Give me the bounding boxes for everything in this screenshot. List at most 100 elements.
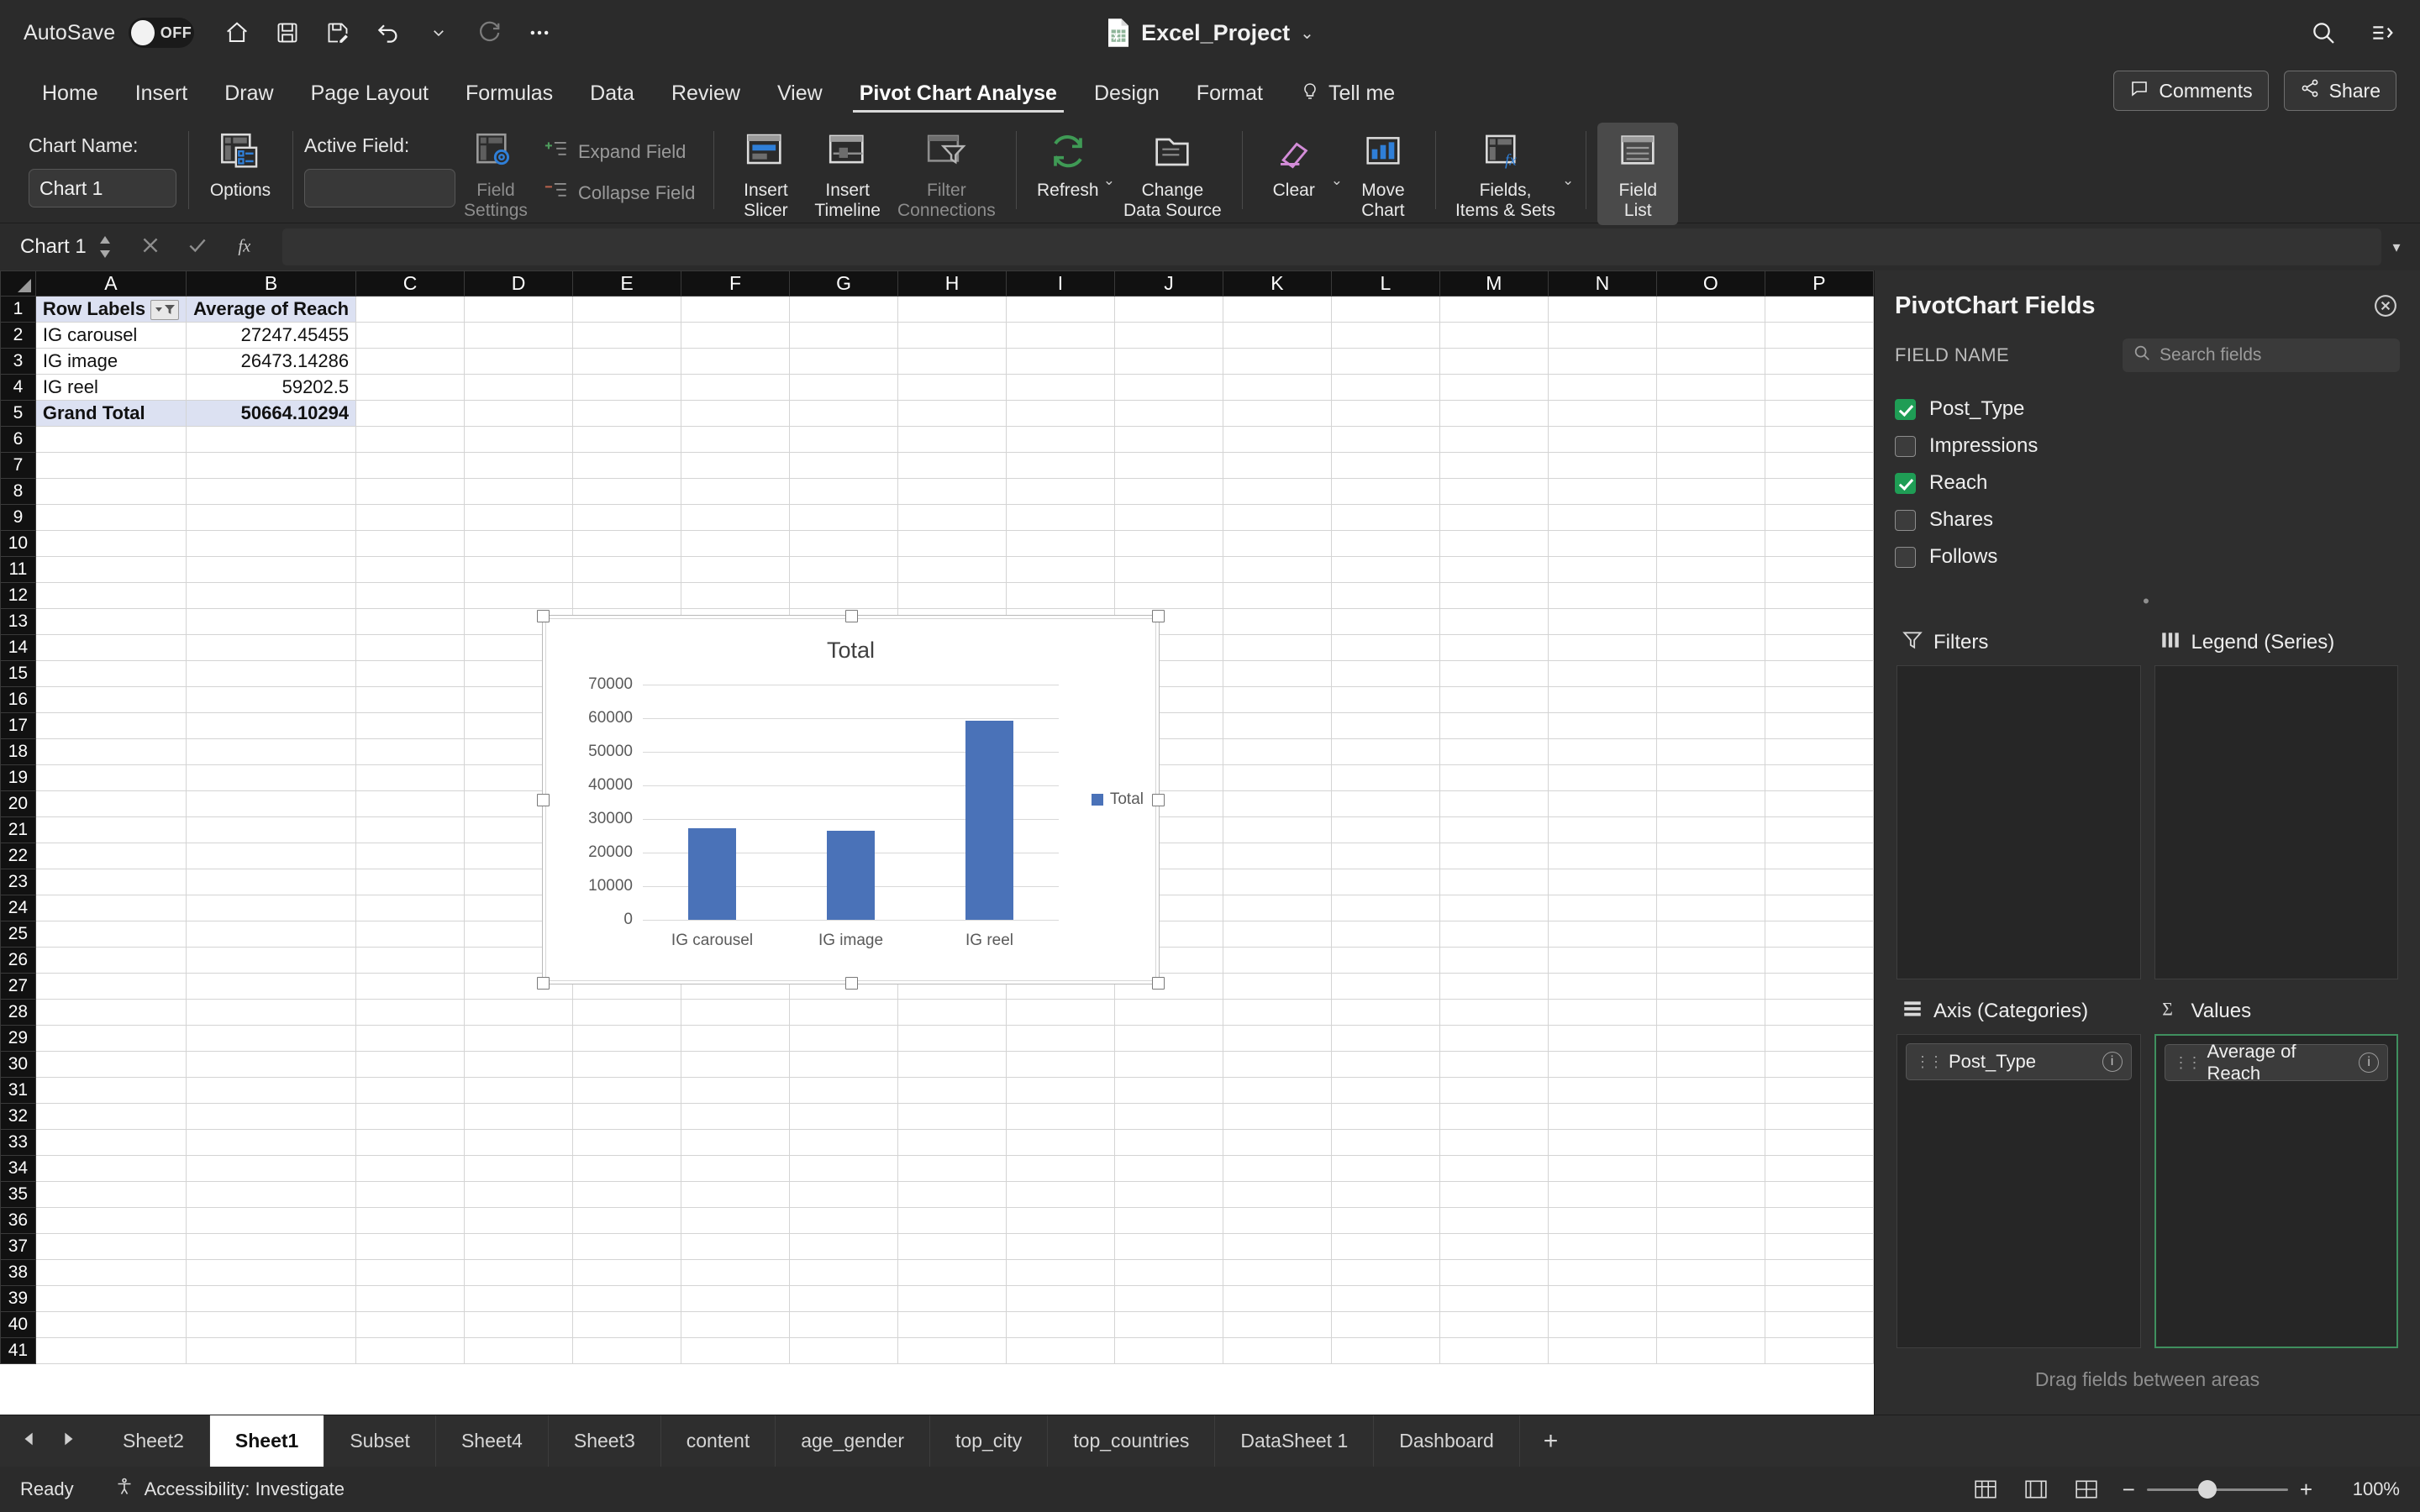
cell-O31[interactable]	[1655, 1077, 1765, 1104]
cell-H2[interactable]	[897, 322, 1007, 349]
cell-L33[interactable]	[1330, 1129, 1440, 1156]
cell-I10[interactable]	[1006, 530, 1115, 557]
cell-J29[interactable]	[1113, 1025, 1223, 1052]
cell-N24[interactable]	[1547, 895, 1657, 921]
cell-C21[interactable]	[355, 816, 466, 843]
cell-P41[interactable]	[1764, 1337, 1874, 1364]
cell-M19[interactable]	[1439, 764, 1549, 791]
table-row[interactable]: 2 IG carousel 27247.45455	[0, 322, 1874, 349]
sheet-tab-top_countries[interactable]: top_countries	[1048, 1415, 1216, 1467]
cell-M36[interactable]	[1439, 1207, 1549, 1234]
cell-C10[interactable]	[355, 530, 466, 557]
cell-C2[interactable]	[355, 322, 466, 349]
cell-B30[interactable]	[186, 1051, 357, 1078]
cell-D39[interactable]	[464, 1285, 574, 1312]
tab-design[interactable]: Design	[1076, 81, 1178, 118]
cell-D40[interactable]	[464, 1311, 574, 1338]
cell-B12[interactable]	[186, 582, 357, 609]
cell-O3[interactable]	[1655, 348, 1765, 375]
cell-E28[interactable]	[572, 999, 682, 1026]
table-row[interactable]: 11	[0, 556, 1874, 583]
cell-L41[interactable]	[1330, 1337, 1440, 1364]
cell-I11[interactable]	[1006, 556, 1115, 583]
cell-L1[interactable]	[1330, 296, 1440, 323]
cell-F4[interactable]	[681, 374, 791, 401]
autosave-toggle[interactable]: OFF	[129, 18, 195, 48]
search-icon[interactable]	[2309, 18, 2338, 47]
chart-resize-handle-ne[interactable]	[1152, 610, 1165, 622]
cell-G7[interactable]	[789, 452, 899, 479]
cell-I28[interactable]	[1006, 999, 1115, 1026]
cell-A22[interactable]	[34, 843, 187, 869]
cell-C9[interactable]	[355, 504, 466, 531]
cell-P18[interactable]	[1764, 738, 1874, 765]
cell-B33[interactable]	[186, 1129, 357, 1156]
accessibility-status[interactable]: Accessibility: Investigate	[114, 1477, 345, 1502]
field-settings-button[interactable]: Field Settings	[455, 123, 536, 225]
cell-D5[interactable]	[464, 400, 574, 427]
cell-O24[interactable]	[1655, 895, 1765, 921]
cell-O41[interactable]	[1655, 1337, 1765, 1364]
cell-H33[interactable]	[897, 1129, 1007, 1156]
cell-M26[interactable]	[1439, 947, 1549, 974]
cell-G40[interactable]	[789, 1311, 899, 1338]
cell-K11[interactable]	[1222, 556, 1332, 583]
cell-H10[interactable]	[897, 530, 1007, 557]
cell-A38[interactable]	[34, 1259, 187, 1286]
cell-L2[interactable]	[1330, 322, 1440, 349]
row-header-11[interactable]: 11	[0, 556, 36, 583]
undo-dropdown-icon[interactable]	[424, 18, 453, 47]
cell-B7[interactable]	[186, 452, 357, 479]
cell-A18[interactable]	[34, 738, 187, 765]
cell-B27[interactable]	[186, 973, 357, 1000]
cell-O33[interactable]	[1655, 1129, 1765, 1156]
cell-M10[interactable]	[1439, 530, 1549, 557]
cell-C41[interactable]	[355, 1337, 466, 1364]
formula-input[interactable]	[282, 228, 2381, 265]
pivot-zone-dropbox-axis-categories[interactable]: ⋮⋮ Post_Type i	[1897, 1034, 2141, 1348]
filter-dropdown-icon[interactable]	[150, 300, 180, 321]
cell-K18[interactable]	[1222, 738, 1332, 765]
cell-A21[interactable]	[34, 816, 187, 843]
cell-N1[interactable]	[1547, 296, 1657, 323]
cell-O16[interactable]	[1655, 686, 1765, 713]
cell-M34[interactable]	[1439, 1155, 1549, 1182]
cell-A2[interactable]: IG carousel	[34, 322, 187, 349]
cell-N36[interactable]	[1547, 1207, 1657, 1234]
cell-A11[interactable]	[34, 556, 187, 583]
cell-F31[interactable]	[681, 1077, 791, 1104]
ribbon-display-options-icon[interactable]	[2368, 18, 2396, 47]
tab-page-layout[interactable]: Page Layout	[292, 81, 447, 118]
chart-resize-handle-n[interactable]	[844, 610, 858, 622]
cell-C17[interactable]	[355, 712, 466, 739]
pivot-field-post_type[interactable]: Post_Type	[1895, 391, 2400, 428]
cell-N20[interactable]	[1547, 790, 1657, 817]
table-row[interactable]: 38	[0, 1259, 1874, 1286]
cell-I34[interactable]	[1006, 1155, 1115, 1182]
column-header-N[interactable]: N	[1547, 270, 1657, 297]
column-header-A[interactable]: A	[34, 270, 187, 297]
column-header-F[interactable]: F	[681, 270, 791, 297]
cell-J31[interactable]	[1113, 1077, 1223, 1104]
cell-I9[interactable]	[1006, 504, 1115, 531]
cell-M4[interactable]	[1439, 374, 1549, 401]
close-icon[interactable]	[2373, 293, 2400, 320]
cell-D36[interactable]	[464, 1207, 574, 1234]
cell-F3[interactable]	[681, 348, 791, 375]
cell-O40[interactable]	[1655, 1311, 1765, 1338]
cell-E36[interactable]	[572, 1207, 682, 1234]
cell-C40[interactable]	[355, 1311, 466, 1338]
cell-G41[interactable]	[789, 1337, 899, 1364]
cell-C25[interactable]	[355, 921, 466, 948]
insert-timeline-button[interactable]: Insert Timeline	[806, 123, 889, 225]
cell-P26[interactable]	[1764, 947, 1874, 974]
row-header-26[interactable]: 26	[0, 947, 36, 974]
cell-F34[interactable]	[681, 1155, 791, 1182]
cell-I39[interactable]	[1006, 1285, 1115, 1312]
cell-J39[interactable]	[1113, 1285, 1223, 1312]
cell-P14[interactable]	[1764, 634, 1874, 661]
fields-chevron-down-icon[interactable]: ⌄	[1562, 172, 1574, 189]
cell-E5[interactable]	[572, 400, 682, 427]
share-button[interactable]: Share	[2283, 71, 2396, 111]
cell-N27[interactable]	[1547, 973, 1657, 1000]
